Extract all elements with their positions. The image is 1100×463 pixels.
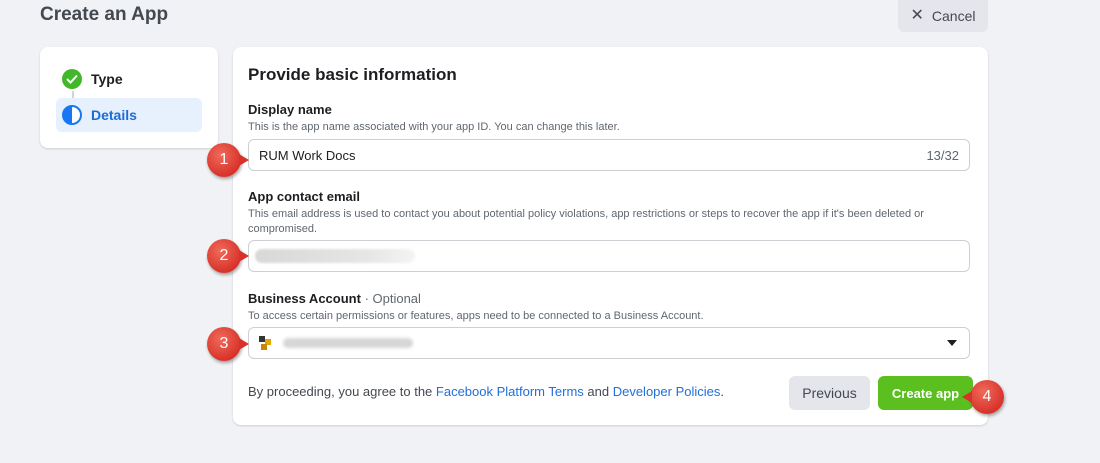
contact-email-help: This email address is used to contact yo… — [248, 208, 924, 235]
business-avatar-icon — [259, 336, 273, 350]
developer-policies-link[interactable]: Developer Policies — [613, 384, 721, 399]
chevron-down-icon — [947, 340, 957, 346]
close-icon: ✕ — [910, 7, 924, 24]
char-counter: 13/32 — [926, 147, 959, 163]
cancel-button[interactable]: ✕ Cancel — [898, 0, 988, 32]
in-progress-icon — [62, 105, 82, 125]
steps-panel: Type Details — [40, 47, 218, 148]
annotation-marker-3: 3 — [207, 327, 249, 361]
previous-button[interactable]: Previous — [789, 376, 870, 410]
section-title: Provide basic information — [248, 65, 457, 84]
step-details[interactable]: Details — [56, 98, 202, 132]
platform-terms-link[interactable]: Facebook Platform Terms — [436, 384, 584, 399]
page-title: Create an App — [40, 4, 169, 25]
business-account-label-text: Business Account — [248, 291, 361, 306]
contact-email-field[interactable] — [248, 240, 970, 272]
business-account-label: Business Account · Optional — [248, 291, 421, 306]
optional-tag: · Optional — [364, 291, 421, 306]
annotation-marker-2: 2 — [207, 239, 249, 273]
terms-middle: and — [583, 384, 613, 399]
check-circle-icon — [62, 69, 82, 89]
step-details-label: Details — [91, 107, 137, 123]
annotation-marker-4: 4 — [962, 380, 1004, 414]
display-name-help: This is the app name associated with you… — [248, 121, 620, 133]
basic-info-card: Provide basic information Display name T… — [233, 47, 988, 425]
terms-text: By proceeding, you agree to the Facebook… — [248, 384, 724, 399]
cancel-label: Cancel — [931, 8, 976, 24]
terms-prefix: By proceeding, you agree to the — [248, 384, 436, 399]
redacted-business-name — [283, 338, 413, 348]
business-account-select[interactable] — [248, 327, 970, 359]
contact-email-label: App contact email — [248, 189, 360, 204]
step-type[interactable]: Type — [56, 62, 202, 96]
display-name-label: Display name — [248, 102, 332, 117]
annotation-marker-1: 1 — [207, 143, 249, 177]
display-name-value: RUM Work Docs — [259, 147, 356, 163]
terms-suffix: . — [720, 384, 724, 399]
display-name-field[interactable]: RUM Work Docs 13/32 — [248, 139, 970, 171]
step-type-label: Type — [91, 71, 123, 87]
create-app-button[interactable]: Create app — [878, 376, 973, 410]
business-account-help: To access certain permissions or feature… — [248, 310, 704, 322]
redacted-email — [255, 249, 415, 263]
